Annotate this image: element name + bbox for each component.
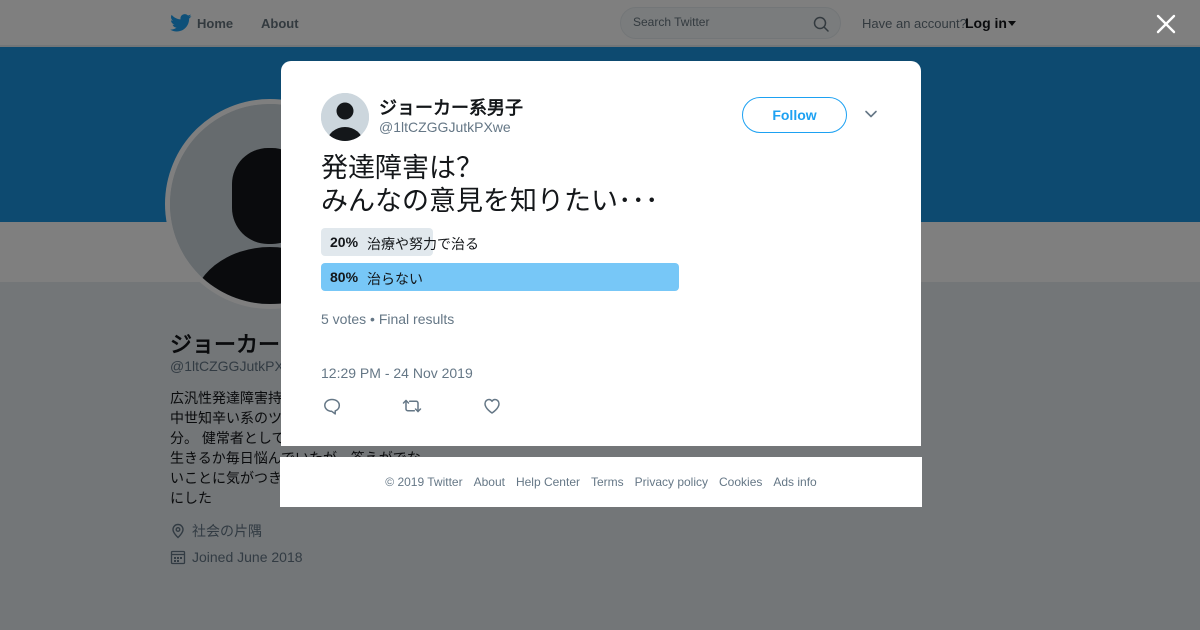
tweet-text: 発達障害は？ みんなの意見を知りたい･･･ xyxy=(321,153,659,216)
close-icon[interactable] xyxy=(1155,13,1177,35)
footer-link-terms[interactable]: Terms xyxy=(591,475,624,489)
footer-link-privacy[interactable]: Privacy policy xyxy=(635,475,708,489)
author-handle[interactable]: @1ltCZGGJutkPXwe xyxy=(379,119,511,135)
author-name[interactable]: ジョーカー系男子 xyxy=(379,94,523,120)
poll-meta: 5 votes • Final results xyxy=(321,311,455,327)
author-avatar[interactable] xyxy=(321,93,369,141)
tweet-timestamp[interactable]: 12:29 PM - 24 Nov 2019 xyxy=(321,365,473,381)
footer-link-cookies[interactable]: Cookies xyxy=(719,475,762,489)
poll-percent: 20% xyxy=(330,234,359,250)
poll-choice: 20% 治療や努力で治る xyxy=(321,228,769,256)
follow-button[interactable]: Follow xyxy=(742,97,847,133)
reply-icon[interactable] xyxy=(322,397,342,415)
footer-link-help-center[interactable]: Help Center xyxy=(516,475,580,489)
poll-choice: 80% 治らない xyxy=(321,263,769,291)
footer-link-ads-info[interactable]: Ads info xyxy=(773,475,816,489)
poll-percent: 80% xyxy=(330,269,359,285)
footer-link-about[interactable]: About xyxy=(474,475,505,489)
tweet-modal: ジョーカー系男子 @1ltCZGGJutkPXwe Follow 発達障害は？ … xyxy=(281,61,921,446)
retweet-icon[interactable] xyxy=(402,397,422,415)
chevron-down-icon[interactable] xyxy=(864,109,878,119)
poll-label: 治療や努力で治る xyxy=(367,236,479,252)
poll-label: 治らない xyxy=(367,271,423,287)
modal-footer: © 2019 Twitter About Help Center Terms P… xyxy=(280,457,922,507)
heart-icon[interactable] xyxy=(482,397,502,415)
footer-copyright: © 2019 Twitter xyxy=(385,475,463,489)
default-avatar-icon xyxy=(321,93,369,141)
